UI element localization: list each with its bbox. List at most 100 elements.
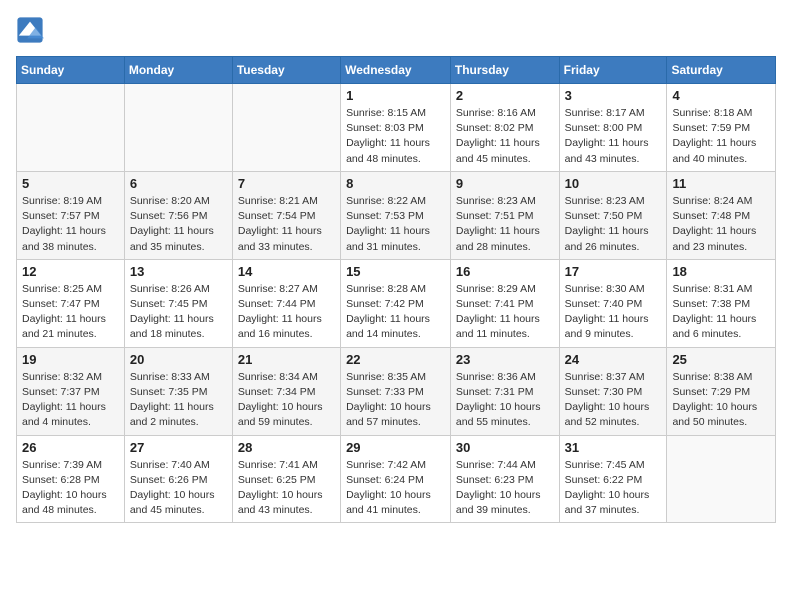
day-cell: 27 Sunrise: 7:40 AM Sunset: 6:26 PM Dayli… (124, 435, 232, 523)
day-number: 31 (565, 440, 662, 455)
day-cell (232, 84, 340, 172)
day-info: Sunrise: 8:15 AM Sunset: 8:03 PM Dayligh… (346, 106, 445, 167)
day-number: 19 (22, 352, 119, 367)
day-number: 13 (130, 264, 227, 279)
day-cell: 24 Sunrise: 8:37 AM Sunset: 7:30 PM Dayli… (559, 347, 667, 435)
week-row-1: 1 Sunrise: 8:15 AM Sunset: 8:03 PM Daylig… (17, 84, 776, 172)
day-cell (17, 84, 125, 172)
week-row-2: 5 Sunrise: 8:19 AM Sunset: 7:57 PM Daylig… (17, 171, 776, 259)
day-cell: 14Sunrise: 8:27 AM Sunset: 7:44 PM Dayli… (232, 259, 340, 347)
day-number: 7 (238, 176, 335, 191)
day-number: 18 (672, 264, 770, 279)
day-cell (124, 84, 232, 172)
day-number: 15 (346, 264, 445, 279)
day-info: Sunrise: 8:16 AM Sunset: 8:02 PM Dayligh… (456, 106, 554, 167)
day-info: Sunrise: 8:31 AM Sunset: 7:38 PM Dayligh… (672, 282, 770, 343)
day-cell: 28Sunrise: 7:41 AM Sunset: 6:25 PM Dayli… (232, 435, 340, 523)
day-info: Sunrise: 8:25 AM Sunset: 7:47 PM Dayligh… (22, 282, 119, 343)
week-row-3: 12 Sunrise: 8:25 AM Sunset: 7:47 PM Dayli… (17, 259, 776, 347)
day-number: 14 (238, 264, 335, 279)
day-cell: 1 Sunrise: 8:15 AM Sunset: 8:03 PM Daylig… (341, 84, 451, 172)
day-number: 12 (22, 264, 119, 279)
day-info: Sunrise: 8:36 AM Sunset: 7:31 PM Dayligh… (456, 370, 554, 431)
header-monday: Monday (124, 57, 232, 84)
day-number: 22 (346, 352, 445, 367)
day-cell: 2 Sunrise: 8:16 AM Sunset: 8:02 PM Daylig… (450, 84, 559, 172)
day-cell: 7 Sunrise: 8:21 AM Sunset: 7:54 PM Daylig… (232, 171, 340, 259)
logo (16, 16, 48, 44)
page-header (16, 16, 776, 44)
header-saturday: Saturday (667, 57, 776, 84)
day-info: Sunrise: 8:23 AM Sunset: 7:50 PM Dayligh… (565, 194, 662, 255)
header-wednesday: Wednesday (341, 57, 451, 84)
day-info: Sunrise: 8:30 AM Sunset: 7:40 PM Dayligh… (565, 282, 662, 343)
day-cell: 9 Sunrise: 8:23 AM Sunset: 7:51 PM Daylig… (450, 171, 559, 259)
day-info: Sunrise: 8:33 AM Sunset: 7:35 PM Dayligh… (130, 370, 227, 431)
day-number: 1 (346, 88, 445, 103)
day-number: 29 (346, 440, 445, 455)
day-info: Sunrise: 8:35 AM Sunset: 7:33 PM Dayligh… (346, 370, 445, 431)
day-cell: 3 Sunrise: 8:17 AM Sunset: 8:00 PM Daylig… (559, 84, 667, 172)
day-info: Sunrise: 7:42 AM Sunset: 6:24 PM Dayligh… (346, 458, 445, 519)
day-info: Sunrise: 8:23 AM Sunset: 7:51 PM Dayligh… (456, 194, 554, 255)
day-cell: 29 Sunrise: 7:42 AM Sunset: 6:24 PM Dayli… (341, 435, 451, 523)
day-number: 24 (565, 352, 662, 367)
day-number: 21 (238, 352, 335, 367)
calendar-table: SundayMondayTuesdayWednesdayThursdayFrid… (16, 56, 776, 523)
day-cell: 31Sunrise: 7:45 AM Sunset: 6:22 PM Dayli… (559, 435, 667, 523)
day-info: Sunrise: 8:19 AM Sunset: 7:57 PM Dayligh… (22, 194, 119, 255)
day-cell: 20 Sunrise: 8:33 AM Sunset: 7:35 PM Dayli… (124, 347, 232, 435)
day-cell: 26 Sunrise: 7:39 AM Sunset: 6:28 PM Dayli… (17, 435, 125, 523)
day-info: Sunrise: 8:22 AM Sunset: 7:53 PM Dayligh… (346, 194, 445, 255)
day-info: Sunrise: 8:21 AM Sunset: 7:54 PM Dayligh… (238, 194, 335, 255)
day-cell: 18 Sunrise: 8:31 AM Sunset: 7:38 PM Dayli… (667, 259, 776, 347)
day-info: Sunrise: 7:39 AM Sunset: 6:28 PM Dayligh… (22, 458, 119, 519)
day-cell: 22 Sunrise: 8:35 AM Sunset: 7:33 PM Dayli… (341, 347, 451, 435)
day-cell: 23 Sunrise: 8:36 AM Sunset: 7:31 PM Dayli… (450, 347, 559, 435)
day-cell: 10Sunrise: 8:23 AM Sunset: 7:50 PM Dayli… (559, 171, 667, 259)
day-info: Sunrise: 8:28 AM Sunset: 7:42 PM Dayligh… (346, 282, 445, 343)
day-cell: 11Sunrise: 8:24 AM Sunset: 7:48 PM Dayli… (667, 171, 776, 259)
header-sunday: Sunday (17, 57, 125, 84)
logo-icon (16, 16, 44, 44)
day-number: 9 (456, 176, 554, 191)
day-info: Sunrise: 8:32 AM Sunset: 7:37 PM Dayligh… (22, 370, 119, 431)
day-cell: 6 Sunrise: 8:20 AM Sunset: 7:56 PM Daylig… (124, 171, 232, 259)
day-info: Sunrise: 7:44 AM Sunset: 6:23 PM Dayligh… (456, 458, 554, 519)
day-number: 6 (130, 176, 227, 191)
day-info: Sunrise: 8:24 AM Sunset: 7:48 PM Dayligh… (672, 194, 770, 255)
day-cell: 25 Sunrise: 8:38 AM Sunset: 7:29 PM Dayli… (667, 347, 776, 435)
day-cell: 12 Sunrise: 8:25 AM Sunset: 7:47 PM Dayli… (17, 259, 125, 347)
day-info: Sunrise: 8:18 AM Sunset: 7:59 PM Dayligh… (672, 106, 770, 167)
week-row-5: 26 Sunrise: 7:39 AM Sunset: 6:28 PM Dayli… (17, 435, 776, 523)
day-cell (667, 435, 776, 523)
header-tuesday: Tuesday (232, 57, 340, 84)
day-cell: 17Sunrise: 8:30 AM Sunset: 7:40 PM Dayli… (559, 259, 667, 347)
day-cell: 5 Sunrise: 8:19 AM Sunset: 7:57 PM Daylig… (17, 171, 125, 259)
day-number: 23 (456, 352, 554, 367)
header-friday: Friday (559, 57, 667, 84)
day-info: Sunrise: 8:38 AM Sunset: 7:29 PM Dayligh… (672, 370, 770, 431)
day-info: Sunrise: 8:29 AM Sunset: 7:41 PM Dayligh… (456, 282, 554, 343)
day-info: Sunrise: 8:17 AM Sunset: 8:00 PM Dayligh… (565, 106, 662, 167)
day-number: 5 (22, 176, 119, 191)
calendar-header-row: SundayMondayTuesdayWednesdayThursdayFrid… (17, 57, 776, 84)
day-cell: 19 Sunrise: 8:32 AM Sunset: 7:37 PM Dayli… (17, 347, 125, 435)
day-number: 2 (456, 88, 554, 103)
day-info: Sunrise: 8:26 AM Sunset: 7:45 PM Dayligh… (130, 282, 227, 343)
day-info: Sunrise: 8:37 AM Sunset: 7:30 PM Dayligh… (565, 370, 662, 431)
day-number: 30 (456, 440, 554, 455)
day-number: 26 (22, 440, 119, 455)
day-number: 28 (238, 440, 335, 455)
day-number: 25 (672, 352, 770, 367)
header-thursday: Thursday (450, 57, 559, 84)
day-number: 3 (565, 88, 662, 103)
day-cell: 30 Sunrise: 7:44 AM Sunset: 6:23 PM Dayli… (450, 435, 559, 523)
day-cell: 16Sunrise: 8:29 AM Sunset: 7:41 PM Dayli… (450, 259, 559, 347)
day-info: Sunrise: 8:20 AM Sunset: 7:56 PM Dayligh… (130, 194, 227, 255)
day-number: 20 (130, 352, 227, 367)
day-number: 4 (672, 88, 770, 103)
day-number: 27 (130, 440, 227, 455)
day-number: 8 (346, 176, 445, 191)
day-info: Sunrise: 7:40 AM Sunset: 6:26 PM Dayligh… (130, 458, 227, 519)
